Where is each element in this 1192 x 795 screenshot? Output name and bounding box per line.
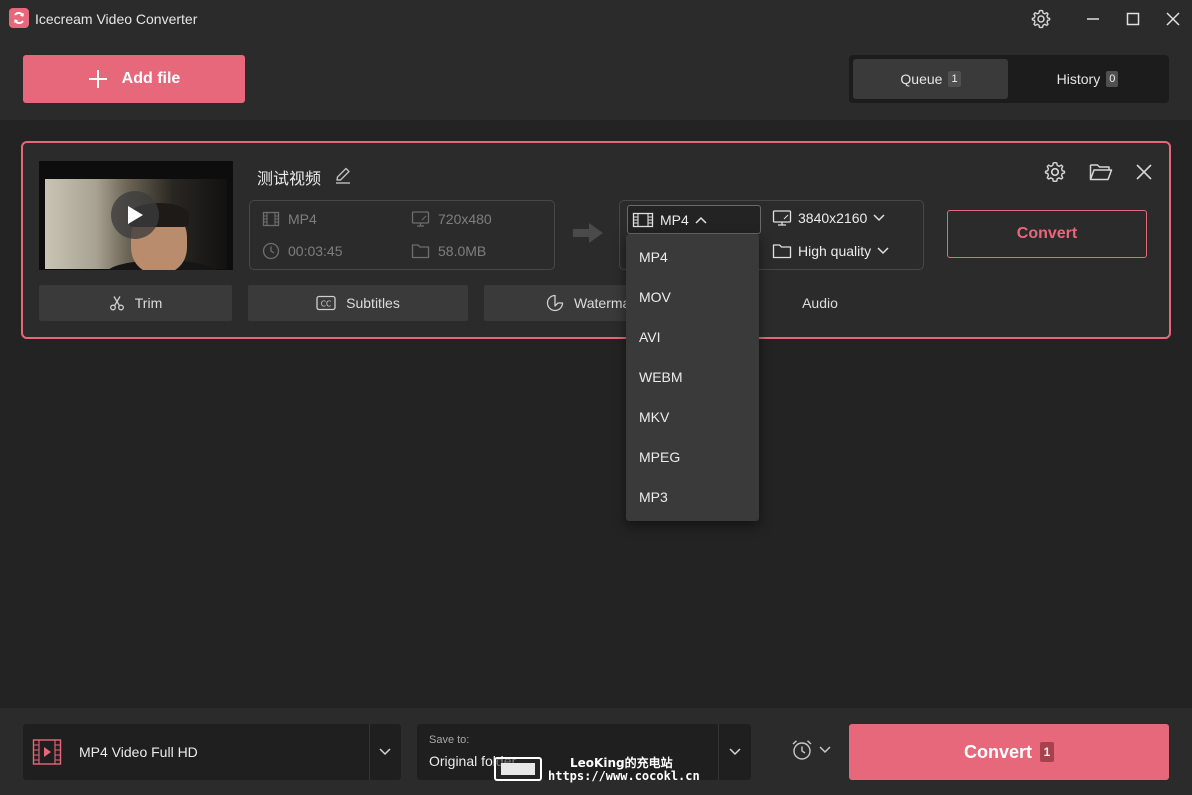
output-resolution-value: 3840x2160 [798, 210, 868, 226]
play-icon[interactable] [111, 191, 159, 239]
plus-icon [88, 70, 107, 88]
output-preset-select[interactable]: MP4 Video Full HD [23, 724, 401, 780]
format-option-webm[interactable]: WEBM [626, 357, 759, 397]
format-option-mov[interactable]: MOV [626, 277, 759, 317]
file-item-card: 测试视频 MP4 720x480 00:03:45 58.0MB MP4 384… [21, 141, 1171, 339]
arrow-right-icon [571, 221, 605, 250]
convert-item-button[interactable]: Convert [947, 210, 1147, 258]
subtitles-cc-icon: CC [316, 295, 336, 311]
tab-queue[interactable]: Queue 1 [853, 59, 1008, 99]
scissors-icon [109, 296, 124, 311]
history-count-badge: 0 [1106, 71, 1119, 87]
overlay-watermark: LeoKing的充电站 https://www.cocokl.cn [494, 752, 704, 786]
save-to-chevron-down-icon[interactable] [719, 724, 751, 780]
view-tabs: Queue 1 History 0 [849, 55, 1169, 103]
tab-history[interactable]: History 0 [1010, 59, 1165, 99]
chevron-up-icon [695, 216, 707, 224]
watermark-line-2: https://www.cocokl.cn [548, 769, 700, 783]
source-size-value: 58.0MB [438, 243, 487, 259]
chevron-down-icon [819, 746, 831, 754]
item-settings-gear-icon[interactable] [1042, 159, 1068, 185]
open-folder-icon[interactable] [1088, 159, 1114, 185]
format-option-mpeg[interactable]: MPEG [626, 437, 759, 477]
schedule-button[interactable] [790, 738, 832, 762]
top-toolbar: Add file Queue 1 History 0 [0, 38, 1192, 120]
title-bar: Icecream Video Converter [0, 0, 1192, 38]
app-title: Icecream Video Converter [35, 11, 198, 27]
output-quality-value: High quality [798, 243, 872, 259]
add-file-button[interactable]: Add file [23, 55, 245, 103]
film-icon [632, 212, 654, 227]
convert-all-label: Convert [963, 741, 1032, 762]
source-resolution-value: 720x480 [438, 211, 492, 227]
source-info-box: MP4 720x480 00:03:45 58.0MB [249, 200, 555, 270]
convert-count-badge: 1 [1040, 742, 1054, 762]
output-format-select[interactable]: MP4 [627, 205, 761, 234]
folder-icon [772, 244, 792, 259]
chevron-down-icon [877, 247, 889, 255]
subtitles-button[interactable]: CC Subtitles [248, 285, 468, 321]
output-format-value: MP4 [660, 211, 689, 228]
trim-button[interactable]: Trim [39, 285, 232, 321]
trim-label: Trim [134, 295, 163, 311]
convert-all-button[interactable]: Convert 1 [849, 724, 1169, 780]
format-option-mkv[interactable]: MKV [626, 397, 759, 437]
preset-label: MP4 Video Full HD [79, 744, 198, 760]
audio-label: Audio [802, 295, 838, 311]
output-resolution-select[interactable]: 3840x2160 [772, 209, 886, 227]
watermark-icon [546, 294, 564, 312]
format-dropdown-menu: MP4 MOV AVI WEBM MKV MPEG MP3 [626, 234, 759, 521]
subtitles-label: Subtitles [346, 295, 400, 311]
source-format: MP4 [262, 210, 317, 228]
save-to-label: Save to: [429, 734, 470, 746]
chevron-down-icon [873, 214, 885, 222]
preset-chevron-down-icon[interactable] [369, 724, 401, 780]
format-option-mp4[interactable]: MP4 [626, 237, 759, 277]
add-file-label: Add file [121, 70, 181, 87]
close-icon[interactable] [1159, 6, 1187, 32]
remove-item-close-icon[interactable] [1131, 159, 1157, 185]
source-format-value: MP4 [288, 211, 317, 227]
minimize-icon[interactable] [1079, 6, 1107, 32]
folder-icon [411, 244, 430, 259]
queue-count-badge: 1 [948, 71, 961, 87]
clock-icon [262, 242, 280, 260]
app-logo-icon [9, 8, 29, 28]
maximize-icon[interactable] [1119, 6, 1147, 32]
edit-pencil-icon[interactable] [333, 165, 353, 190]
video-thumbnail[interactable] [39, 161, 233, 270]
source-duration: 00:03:45 [262, 242, 343, 260]
output-quality-select[interactable]: High quality [772, 242, 890, 260]
source-size: 58.0MB [411, 242, 486, 260]
format-option-mp3[interactable]: MP3 [626, 477, 759, 517]
tab-history-label: History [1056, 71, 1101, 87]
battery-logo-icon [494, 757, 542, 781]
format-option-avi[interactable]: AVI [626, 317, 759, 357]
file-name: 测试视频 [257, 169, 322, 188]
source-duration-value: 00:03:45 [288, 243, 343, 259]
tab-queue-label: Queue [900, 71, 943, 87]
settings-gear-icon[interactable] [1027, 6, 1055, 32]
svg-text:CC: CC [321, 299, 331, 308]
video-file-icon [32, 739, 62, 765]
source-resolution: 720x480 [411, 210, 492, 228]
alarm-clock-icon [792, 740, 812, 760]
monitor-icon [411, 211, 430, 227]
monitor-icon [772, 210, 792, 226]
film-icon [262, 211, 280, 227]
